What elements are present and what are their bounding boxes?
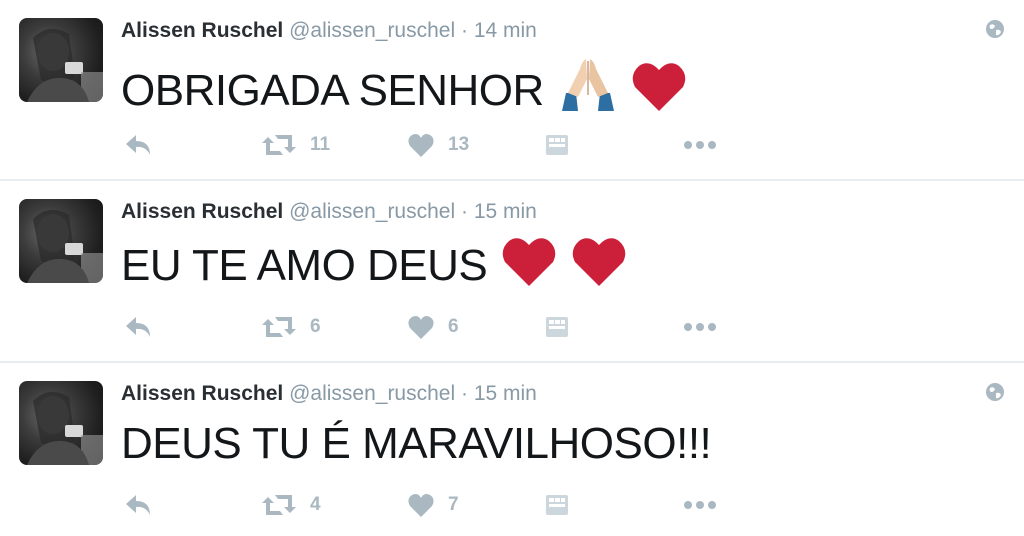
tweet-text-content: EU TE AMO DEUS (121, 241, 488, 290)
timestamp[interactable]: 15 min (474, 382, 537, 405)
globe-icon (985, 382, 1005, 407)
retweet-count: 4 (310, 494, 321, 515)
like-button[interactable]: 6 (408, 313, 459, 341)
heart-icon (408, 134, 434, 157)
tweet-actions: 11 13 (0, 131, 1024, 159)
separator: · (460, 200, 468, 223)
red-heart-emoji (571, 236, 627, 298)
avatar[interactable] (19, 199, 103, 283)
timestamp[interactable]: 14 min (474, 19, 537, 42)
like-count: 7 (448, 494, 459, 515)
more-dots-icon (684, 323, 716, 331)
timestamp[interactable]: 15 min (474, 200, 537, 223)
red-heart-emoji (631, 61, 687, 123)
globe-icon (985, 19, 1005, 44)
app-card-button[interactable] (546, 313, 568, 341)
tweet-text-content: DEUS TU É MARAVILHOSO!!! (121, 419, 712, 468)
red-heart-emoji (501, 236, 557, 298)
tweet-actions: 6 6 (0, 313, 1024, 341)
user-handle[interactable]: @alissen_ruschel (289, 200, 455, 223)
more-dots-icon (684, 501, 716, 509)
app-card-button[interactable] (546, 491, 568, 519)
retweet-button[interactable]: 4 (262, 491, 321, 519)
reply-button[interactable] (124, 131, 152, 159)
retweet-icon (262, 135, 296, 155)
reply-icon (126, 135, 150, 155)
app-card-icon (546, 135, 568, 155)
app-card-button[interactable] (546, 131, 568, 159)
reply-button[interactable] (124, 491, 152, 519)
display-name[interactable]: Alissen Ruschel (121, 382, 283, 405)
more-button[interactable] (683, 491, 717, 519)
retweet-icon (262, 317, 296, 337)
tweet-actions: 4 7 (0, 491, 1024, 519)
retweet-button[interactable]: 6 (262, 313, 321, 341)
like-button[interactable]: 7 (408, 491, 459, 519)
tweet-header: Alissen Ruschel @alissen_ruschel · 15 mi… (121, 381, 537, 407)
avatar[interactable] (19, 18, 103, 102)
tweet[interactable]: Alissen Ruschel @alissen_ruschel · 15 mi… (0, 363, 1024, 536)
separator: · (460, 19, 468, 42)
user-handle[interactable]: @alissen_ruschel (289, 19, 455, 42)
retweet-button[interactable]: 11 (262, 131, 330, 159)
more-button[interactable] (683, 131, 717, 159)
heart-icon (408, 316, 434, 339)
tweet-header: Alissen Ruschel @alissen_ruschel · 14 mi… (121, 18, 537, 44)
more-dots-icon (684, 141, 716, 149)
reply-button[interactable] (124, 313, 152, 341)
retweet-count: 6 (310, 316, 321, 337)
app-card-icon (546, 495, 568, 515)
avatar[interactable] (19, 381, 103, 465)
display-name[interactable]: Alissen Ruschel (121, 200, 283, 223)
tweet[interactable]: Alissen Ruschel @alissen_ruschel · 14 mi… (0, 0, 1024, 180)
more-button[interactable] (683, 313, 717, 341)
separator: · (460, 382, 468, 405)
tweet-text-content: OBRIGADA SENHOR (121, 66, 544, 115)
display-name[interactable]: Alissen Ruschel (121, 19, 283, 42)
reply-icon (126, 317, 150, 337)
retweet-count: 11 (310, 134, 331, 155)
retweet-icon (262, 495, 296, 515)
heart-icon (408, 494, 434, 517)
like-count: 13 (448, 134, 470, 155)
tweet-text: DEUS TU É MARAVILHOSO!!! (121, 418, 712, 470)
app-card-icon (546, 317, 568, 337)
like-count: 6 (448, 316, 459, 337)
user-handle[interactable]: @alissen_ruschel (289, 382, 455, 405)
like-button[interactable]: 13 (408, 131, 469, 159)
tweet-header: Alissen Ruschel @alissen_ruschel · 15 mi… (121, 199, 537, 225)
tweet[interactable]: Alissen Ruschel @alissen_ruschel · 15 mi… (0, 181, 1024, 362)
tweet-text: EU TE AMO DEUS (121, 236, 627, 298)
tweet-text: OBRIGADA SENHOR (121, 55, 687, 123)
reply-icon (126, 495, 150, 515)
folded-hands-emoji (558, 55, 618, 123)
